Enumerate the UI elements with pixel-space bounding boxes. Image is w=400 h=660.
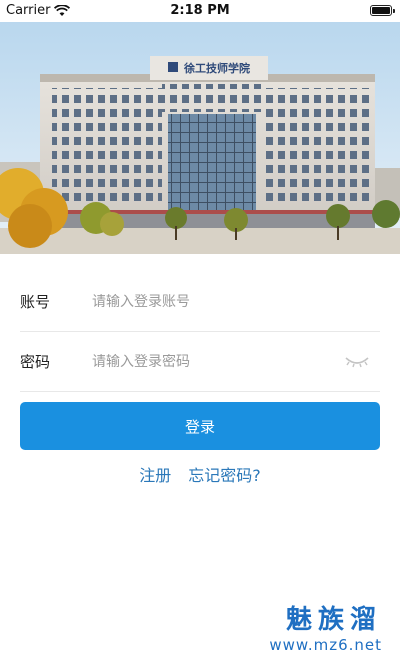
login-form: 账号 密码 (20, 272, 380, 392)
status-bar: Carrier 2:18 PM (0, 0, 400, 22)
auth-links: 注册 忘记密码? (0, 462, 400, 486)
eye-closed-icon[interactable] (344, 354, 370, 370)
battery-icon (370, 5, 395, 16)
watermark-url: www.mz6.net (269, 636, 382, 654)
building-sign: 徐工技师学院 (183, 61, 250, 75)
account-label: 账号 (20, 293, 51, 311)
password-input[interactable] (92, 353, 380, 370)
password-label: 密码 (20, 353, 51, 371)
account-input[interactable] (92, 293, 380, 310)
watermark: 魅族溜 www.mz6.net (269, 599, 382, 654)
watermark-title: 魅族溜 (285, 605, 382, 635)
login-button[interactable]: 登录 (20, 402, 380, 450)
forgot-password-link[interactable]: 忘记密码? (188, 466, 261, 485)
account-row: 账号 (20, 272, 380, 332)
password-row: 密码 (20, 332, 380, 392)
campus-building-photo: 徐工技师学院 (0, 22, 400, 254)
register-link[interactable]: 注册 (139, 466, 171, 485)
hero-banner: 徐工技师学院 (0, 22, 400, 254)
clock: 2:18 PM (170, 3, 230, 18)
